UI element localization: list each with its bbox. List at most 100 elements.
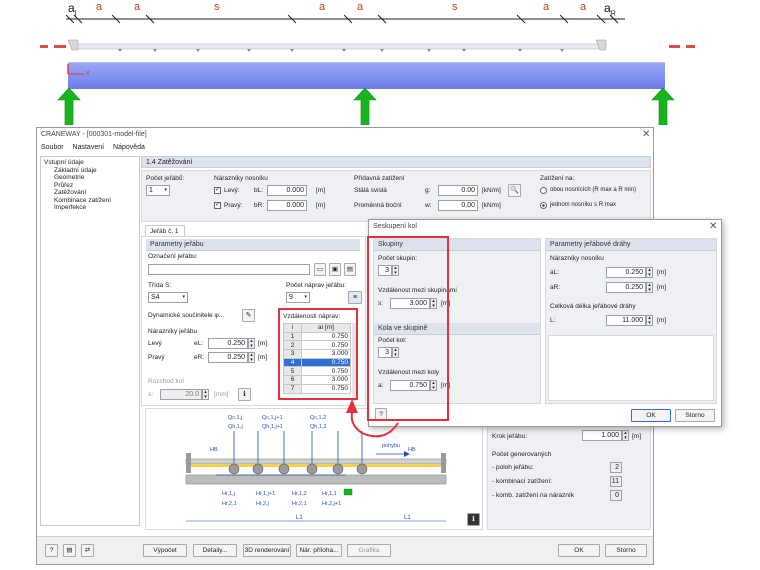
tree-item[interactable]: Průřez xyxy=(44,182,136,190)
h-label: Hr,1,2 xyxy=(292,491,307,497)
rozchod-spinner[interactable]: ▴ ▾ xyxy=(202,389,209,400)
library-icon[interactable]: ▤ xyxy=(344,263,356,276)
gen2-value: 11 xyxy=(610,476,622,487)
gen3-label: - komb. zatížení na nárazník xyxy=(492,492,575,499)
render-3d-button[interactable]: 3D renderování xyxy=(243,544,291,557)
stale-input[interactable]: 0.00 xyxy=(438,185,478,196)
pravy-spinner[interactable]: ▴ ▾ xyxy=(248,352,255,363)
rozchod-input[interactable]: 20.0 xyxy=(160,389,202,400)
stale-unit: [kN/m] xyxy=(482,187,501,194)
cancel-button[interactable]: Storno xyxy=(605,544,647,557)
save-icon[interactable]: ▣ xyxy=(329,263,341,276)
levy-sym: eL: xyxy=(194,340,204,347)
beam-diagram: al a a s a a s a a aR x xyxy=(0,0,760,125)
left-label: Levý: xyxy=(224,187,240,194)
l1-label: L1 xyxy=(296,515,303,521)
br-spinner[interactable]: ▴ ▾ xyxy=(646,282,653,293)
h-label: Hr,2,1 xyxy=(292,501,307,507)
support-arrow-icon xyxy=(353,88,377,125)
rozchod-label: Rozchod kol xyxy=(148,378,184,385)
left-checkbox[interactable]: ✓ xyxy=(214,187,221,194)
right-checkbox[interactable]: ✓ xyxy=(214,202,221,209)
info-icon[interactable]: ℹ xyxy=(238,388,251,401)
crane-beam xyxy=(68,62,665,89)
stale-label: Stálá svislá xyxy=(354,187,387,194)
tab-crane-1[interactable]: Jeřáb č. 1 xyxy=(145,225,185,236)
right-input[interactable]: 0.000 xyxy=(267,200,307,211)
bl-spinner[interactable]: ▴ ▾ xyxy=(646,267,653,278)
tree-item[interactable]: Kombinace zatížení xyxy=(44,197,136,205)
crane-count-select[interactable]: 1 ▾ xyxy=(146,185,170,196)
graphics-button[interactable]: Grafika xyxy=(347,544,391,557)
details-button[interactable]: Detaily... xyxy=(193,544,237,557)
tree-item[interactable]: Základní údaje xyxy=(44,167,136,175)
national-annex-button[interactable]: Nár. příloha... xyxy=(296,544,342,557)
unit-label: [m] xyxy=(657,317,667,324)
close-icon[interactable]: ✕ xyxy=(709,221,717,232)
levy-spinner[interactable]: ▴ ▾ xyxy=(248,338,255,349)
prom-sym: w: xyxy=(425,202,432,209)
crane-count-label: Počet jeřábů: xyxy=(146,175,185,182)
bl-sym: aL: xyxy=(550,269,560,276)
radio-one[interactable] xyxy=(540,202,547,209)
gen2-label: - kombinací zatížení: xyxy=(492,478,552,485)
load-calc-button[interactable]: 🔍 xyxy=(508,184,521,197)
gen3-value: 0 xyxy=(610,490,622,501)
help-icon[interactable]: ? xyxy=(45,544,58,557)
prom-label: Proměnná boční xyxy=(354,202,402,209)
levy-label: Levý xyxy=(148,340,162,347)
tree-item[interactable]: Imperfekce xyxy=(44,204,136,212)
crane-name-input[interactable] xyxy=(148,264,310,275)
celk-input[interactable]: 11.000 xyxy=(606,315,646,326)
radio-one-label: jednom nosníku s R max xyxy=(550,202,617,208)
unit-label: [m] xyxy=(258,354,268,361)
oznaceni-label: Označení jeřábu: xyxy=(148,253,198,260)
h-label: Hr,1,j xyxy=(222,491,235,497)
dyn-edit-button[interactable]: ✎ xyxy=(242,309,255,322)
ok-button[interactable]: OK xyxy=(631,409,671,422)
menu-napoveda[interactable]: Nápověda xyxy=(113,144,145,151)
bl-input[interactable]: 0.250 xyxy=(606,267,646,278)
celk-spinner[interactable]: ▴ ▾ xyxy=(646,315,653,326)
rozchod-sym: s: xyxy=(148,391,154,398)
stale-sym: g: xyxy=(425,187,431,194)
folder-icon[interactable]: ▭ xyxy=(314,263,326,276)
prom-input[interactable]: 0.00 xyxy=(438,200,478,211)
top-params: Počet jeřábů: 1 ▾ Nárazníky nosníku ✓ Lev… xyxy=(141,170,651,222)
unit-label: [m] xyxy=(657,269,667,276)
close-icon[interactable]: ✕ xyxy=(642,129,650,140)
cancel-button[interactable]: Storno xyxy=(675,409,715,422)
highlight-groups xyxy=(367,236,449,421)
highlight-connector-arrow xyxy=(346,399,399,438)
units-icon[interactable]: ⇄ xyxy=(81,544,94,557)
krok-spinner[interactable]: ▴ ▾ xyxy=(622,430,629,441)
br-input[interactable]: 0.250 xyxy=(606,282,646,293)
unit-label: [m] xyxy=(657,284,667,291)
tree-root[interactable]: Vstupní údaje xyxy=(44,159,136,167)
krok-input[interactable]: 1.000 xyxy=(582,430,622,441)
wheel-group-button[interactable]: ≡ xyxy=(348,291,362,304)
print-icon[interactable]: ▤ xyxy=(63,544,76,557)
nav-tree: Vstupní údaje Základní údaje Geometrie P… xyxy=(40,156,140,526)
drahy-head: Parametry jeřábové dráhy xyxy=(546,239,716,251)
tree-item[interactable]: Zatěžování xyxy=(44,189,136,197)
l2-label: L1 xyxy=(404,515,411,521)
x-axis-label: x xyxy=(86,70,90,77)
menu-nastaveni[interactable]: Nastavení xyxy=(73,144,105,151)
info-icon[interactable]: ℹ xyxy=(467,513,480,526)
q-label: Qc,1,2 xyxy=(310,415,327,421)
radio-both-label: obou nosnících (R max a R min) xyxy=(550,187,637,193)
pravy-input[interactable]: 0.250 xyxy=(208,352,248,363)
radio-both[interactable] xyxy=(540,187,547,194)
calculate-button[interactable]: Výpočet xyxy=(143,544,187,557)
pocet-naprav-select[interactable]: 9 ▾ xyxy=(286,292,310,303)
support-arrow-icon xyxy=(651,88,675,125)
trida-select[interactable]: S4 ▾ xyxy=(148,292,188,303)
support-arrow-icon xyxy=(57,88,81,125)
ok-button[interactable]: OK xyxy=(558,544,600,557)
left-input[interactable]: 0.000 xyxy=(267,185,307,196)
q-label: Qh,1,2 xyxy=(310,424,327,430)
menu-soubor[interactable]: Soubor xyxy=(41,144,64,151)
tree-item[interactable]: Geometrie xyxy=(44,174,136,182)
levy-input[interactable]: 0.250 xyxy=(208,338,248,349)
